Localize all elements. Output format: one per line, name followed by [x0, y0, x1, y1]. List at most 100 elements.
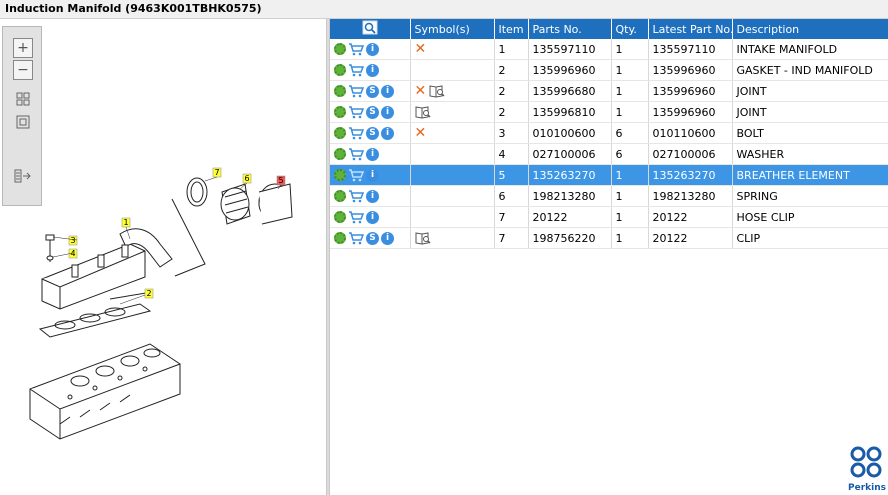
book-magnifier-icon[interactable] — [429, 84, 445, 98]
table-row[interactable]: S i ✕ 3 010100600 6 010110600 BOLT — [330, 122, 888, 144]
row-item: 4 — [494, 143, 529, 165]
row-qty: 1 — [611, 59, 649, 81]
row-description: SPRING — [732, 185, 888, 207]
callout-5[interactable]: 5 — [278, 176, 283, 185]
row-tools: S i — [330, 122, 411, 144]
cart-icon[interactable] — [348, 105, 364, 119]
row-parts-no: 135996960 — [528, 59, 612, 81]
gear-icon[interactable] — [334, 43, 346, 55]
row-description: GASKET - IND MANIFOLD — [732, 59, 888, 81]
row-item: 2 — [494, 59, 529, 81]
callout-3[interactable]: 3 — [70, 236, 75, 245]
callout-1[interactable]: 1 — [123, 218, 128, 227]
search-zoom-icon[interactable] — [362, 20, 378, 35]
table-row[interactable]: S i 2 135996810 1 135996960 JOINT — [330, 101, 888, 123]
gear-icon[interactable] — [334, 127, 346, 139]
parts-table-pane: Symbol(s) Item Parts No. Qty. Latest Par… — [330, 19, 888, 495]
header-tools[interactable] — [330, 19, 411, 39]
table-row[interactable]: i 2 135996960 1 135996960 GASKET - IND M… — [330, 59, 888, 81]
s-badge-icon[interactable]: S — [366, 231, 379, 245]
row-description: CLIP — [732, 227, 888, 249]
export-icon — [14, 169, 31, 183]
cart-icon[interactable] — [348, 189, 364, 203]
table-row[interactable]: i 7 20122 1 20122 HOSE CLIP — [330, 206, 888, 228]
book-magnifier-icon[interactable] — [415, 231, 431, 245]
gear-icon[interactable] — [334, 169, 346, 181]
info-icon[interactable]: i — [381, 105, 394, 119]
header-qty[interactable]: Qty. — [611, 19, 649, 39]
table-row[interactable]: i 6 198213280 1 198213280 SPRING — [330, 185, 888, 207]
header-latest-part-no[interactable]: Latest Part No. — [648, 19, 733, 39]
parts-table: Symbol(s) Item Parts No. Qty. Latest Par… — [330, 19, 888, 249]
info-icon[interactable]: i — [366, 168, 379, 182]
row-symbols — [410, 227, 495, 249]
callout-6[interactable]: 6 — [244, 174, 249, 183]
callout-7[interactable]: 7 — [214, 168, 219, 177]
row-description: BREATHER ELEMENT — [732, 164, 888, 186]
row-latest-part-no: 027100006 — [648, 143, 733, 165]
table-row[interactable]: S i 7 198756220 1 20122 CLIP — [330, 227, 888, 249]
s-badge-icon[interactable]: S — [366, 105, 379, 119]
info-icon[interactable]: i — [366, 63, 379, 77]
cart-icon[interactable] — [348, 231, 364, 245]
row-item: 7 — [494, 206, 529, 228]
header-item[interactable]: Item — [494, 19, 529, 39]
s-badge-icon[interactable]: S — [366, 84, 379, 98]
callout-2[interactable]: 2 — [146, 289, 151, 298]
row-item: 5 — [494, 164, 529, 186]
zoom-in-button[interactable]: + — [13, 38, 33, 58]
row-latest-part-no: 010110600 — [648, 122, 733, 144]
cart-icon[interactable] — [348, 126, 364, 140]
export-button[interactable] — [13, 166, 33, 186]
cart-icon[interactable] — [348, 42, 364, 56]
gear-icon[interactable] — [334, 190, 346, 202]
table-row[interactable]: i 4 027100006 6 027100006 WASHER — [330, 143, 888, 165]
row-item: 3 — [494, 122, 529, 144]
gear-icon[interactable] — [334, 64, 346, 76]
row-symbols — [410, 164, 495, 186]
gear-icon[interactable] — [334, 148, 346, 160]
gear-icon[interactable] — [334, 106, 346, 118]
diagram-pane[interactable]: 1 2 3 4 5 6 7 + − — [0, 19, 326, 495]
row-tools: i — [330, 39, 411, 60]
actual-size-button[interactable] — [13, 112, 33, 132]
table-row[interactable]: i ✕ 1 135597110 1 135597110 INTAKE MANIF… — [330, 39, 888, 60]
cart-icon[interactable] — [348, 147, 364, 161]
info-icon[interactable]: i — [366, 210, 379, 224]
info-icon[interactable]: i — [381, 84, 394, 98]
row-parts-no: 20122 — [528, 206, 612, 228]
info-icon[interactable]: i — [366, 42, 379, 56]
cart-icon[interactable] — [348, 210, 364, 224]
exploded-diagram[interactable]: 1 2 3 4 5 6 7 — [0, 19, 326, 495]
cart-icon[interactable] — [348, 63, 364, 77]
info-icon[interactable]: i — [381, 231, 394, 245]
book-magnifier-icon[interactable] — [415, 105, 431, 119]
info-icon[interactable]: i — [366, 147, 379, 161]
row-tools: i — [330, 143, 411, 165]
cart-icon[interactable] — [348, 84, 364, 98]
gear-icon[interactable] — [334, 232, 346, 244]
s-badge-icon[interactable]: S — [366, 126, 379, 140]
table-row[interactable]: i 5 135263270 1 135263270 BREATHER ELEME… — [330, 164, 888, 186]
info-icon[interactable]: i — [381, 126, 394, 140]
gear-icon[interactable] — [334, 85, 346, 97]
row-item: 2 — [494, 101, 529, 123]
row-qty: 1 — [611, 227, 649, 249]
cart-icon[interactable] — [348, 168, 364, 182]
row-symbols — [410, 185, 495, 207]
header-parts-no[interactable]: Parts No. — [528, 19, 612, 39]
fit-to-window-button[interactable] — [13, 89, 33, 109]
zoom-out-button[interactable]: − — [13, 60, 33, 80]
row-parts-no: 135263270 — [528, 164, 612, 186]
row-tools: i — [330, 185, 411, 207]
header-symbols[interactable]: Symbol(s) — [410, 19, 495, 39]
header-description[interactable]: Description — [732, 19, 888, 39]
info-icon[interactable]: i — [366, 189, 379, 203]
row-qty: 1 — [611, 39, 649, 60]
row-item: 6 — [494, 185, 529, 207]
row-symbols: ✕ — [410, 80, 495, 102]
row-item: 2 — [494, 80, 529, 102]
table-row[interactable]: S i ✕ 2 135996680 1 135996960 JOINT — [330, 80, 888, 102]
row-tools: S i — [330, 101, 411, 123]
gear-icon[interactable] — [334, 211, 346, 223]
